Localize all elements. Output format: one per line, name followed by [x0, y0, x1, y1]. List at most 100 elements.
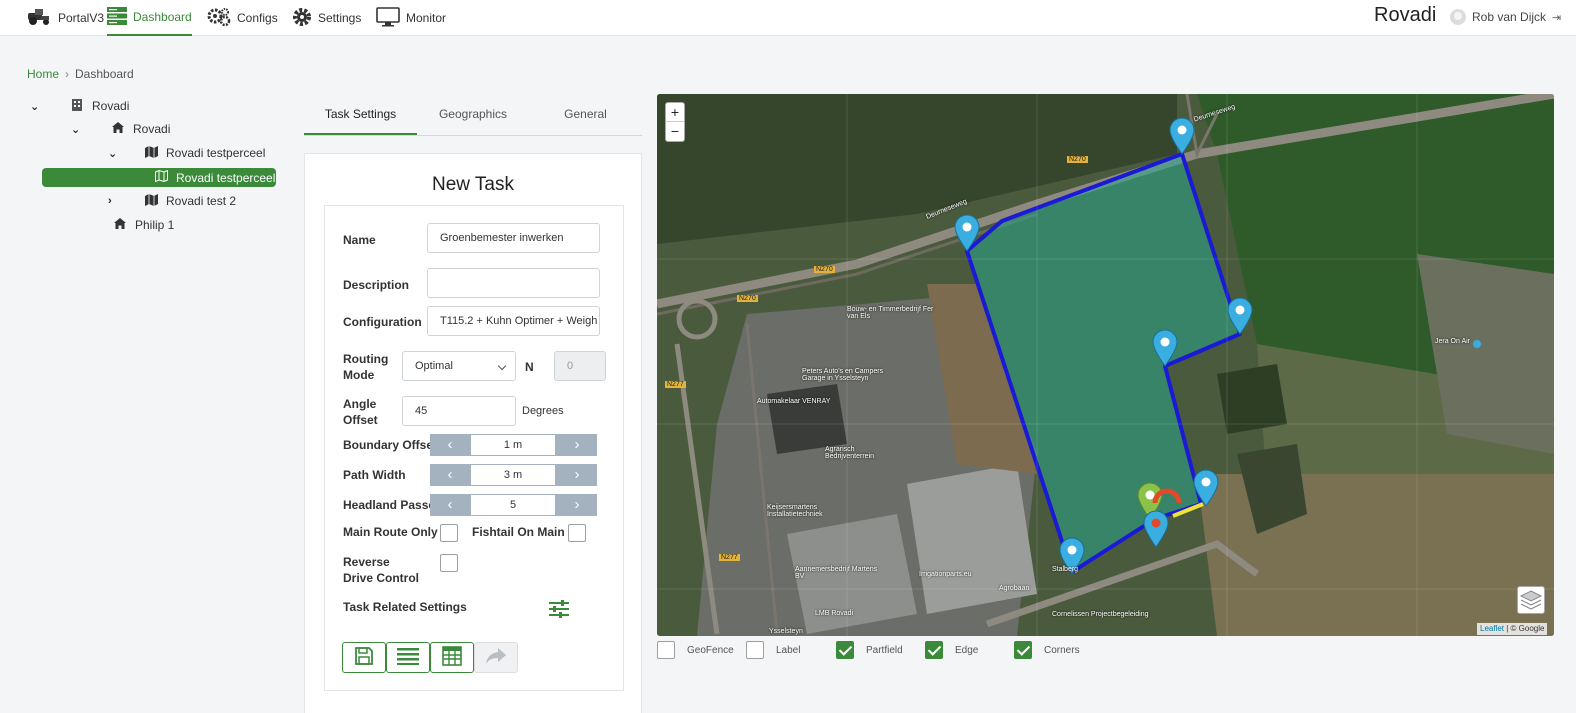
- portal-link[interactable]: PortalV3: [26, 0, 104, 36]
- nav-configs[interactable]: Configs: [207, 0, 278, 36]
- edge-checkbox[interactable]: [925, 641, 943, 659]
- share-arrow-icon: [485, 647, 507, 668]
- name-input[interactable]: Groenbemester inwerken: [427, 223, 600, 253]
- chevron-right-icon[interactable]: ›: [108, 195, 122, 207]
- tree-item-label: Rovadi testperceel: [166, 146, 266, 160]
- tree-item-selected[interactable]: Rovadi testperceel: [42, 168, 276, 187]
- tree-item-rovadi-test-2[interactable]: › Rovadi test 2: [108, 191, 236, 211]
- breadcrumb-current: Dashboard: [75, 67, 134, 81]
- nav-settings-label: Settings: [318, 11, 362, 25]
- fishtail-on-main-checkbox[interactable]: [568, 524, 586, 542]
- map-label: N270: [1067, 156, 1088, 163]
- nav-monitor[interactable]: Monitor: [376, 0, 446, 36]
- map-outline-icon: [154, 169, 168, 185]
- tab-geographics[interactable]: Geographics: [417, 98, 529, 135]
- tab-task-settings[interactable]: Task Settings: [304, 98, 417, 135]
- leaflet-link[interactable]: Leaflet: [1480, 624, 1504, 633]
- label-checkbox[interactable]: [746, 641, 764, 659]
- avatar: [1450, 9, 1466, 25]
- calculate-button[interactable]: [430, 642, 474, 673]
- chevron-down-icon[interactable]: ⌄: [108, 147, 122, 160]
- configuration-input[interactable]: T115.2 + Kuhn Optimer + Weigh: [427, 306, 600, 336]
- map-icon: [144, 193, 158, 209]
- partfield-checkbox[interactable]: [836, 641, 854, 659]
- portal-label: PortalV3: [58, 11, 105, 25]
- chevron-down-icon[interactable]: ⌄: [71, 123, 85, 136]
- list-button[interactable]: [386, 642, 430, 673]
- description-input[interactable]: [427, 268, 600, 298]
- map-label: Bouw- en Timmerbedrijf Fer van Els: [847, 306, 934, 320]
- angle-offset-input[interactable]: 45: [402, 396, 516, 426]
- tree-item-rovadi-root[interactable]: ⌄ Rovadi: [30, 96, 129, 116]
- tree-item-rovadi-testperceel[interactable]: ⌄ Rovadi testperceel: [108, 143, 265, 163]
- map-label: Agrobaan: [999, 585, 1030, 592]
- panel-title: New Task: [431, 174, 514, 195]
- headland-passes-stepper: ‹ 5 ›: [430, 494, 597, 516]
- user-menu[interactable]: Rob van Dijck ⇥: [1450, 9, 1561, 25]
- decrement-icon[interactable]: ‹: [430, 464, 470, 486]
- headland-passes-value[interactable]: 5: [471, 495, 555, 515]
- user-name: Rob van Dijck: [1472, 10, 1547, 24]
- option-label[interactable]: Label: [746, 641, 800, 659]
- main-route-only-label: Main Route Only: [343, 525, 438, 539]
- path-width-label: Path Width: [343, 468, 406, 482]
- dashboard-icon: [107, 6, 127, 28]
- decrement-icon[interactable]: ‹: [430, 434, 470, 456]
- save-button[interactable]: [342, 642, 386, 673]
- zoom-in-button[interactable]: +: [666, 103, 684, 122]
- nav-dashboard[interactable]: Dashboard: [107, 0, 192, 36]
- map-label: N270: [737, 295, 758, 302]
- map-label: Keijsersmartens Installatietechniek: [767, 504, 823, 518]
- boundary-offset-value[interactable]: 1 m: [471, 435, 555, 455]
- gears-icon: [207, 7, 231, 30]
- map-attribution: Leaflet | © Google: [1477, 623, 1548, 635]
- monitor-icon: [376, 6, 400, 30]
- map-label: Irrigationparts.eu: [919, 571, 972, 578]
- edge-label: Edge: [955, 644, 979, 656]
- nav-settings[interactable]: Settings: [292, 0, 361, 36]
- tree-item-label: Rovadi testperceel: [176, 170, 276, 185]
- map-label: Peters Auto's en Campers Garage in Yssel…: [802, 368, 884, 382]
- satellite-map[interactable]: [657, 94, 1554, 636]
- path-width-stepper: ‹ 3 m ›: [430, 464, 597, 486]
- breadcrumb-home[interactable]: Home: [27, 67, 59, 81]
- path-width-value[interactable]: 3 m: [471, 465, 555, 485]
- tree-item-label: Rovadi: [92, 99, 130, 113]
- home-icon: [113, 218, 127, 232]
- map-label: Aannemersbedrijf Martens BV: [795, 566, 878, 580]
- layers-button[interactable]: [1517, 586, 1545, 614]
- tree-item-philip-1[interactable]: Philip 1: [113, 215, 174, 235]
- sliders-icon[interactable]: [549, 600, 569, 621]
- map-label: LMB Rovadi: [815, 610, 854, 617]
- increment-icon[interactable]: ›: [557, 464, 597, 486]
- routing-mode-label: Routing Mode: [343, 352, 389, 382]
- option-geofence[interactable]: GeoFence: [657, 641, 734, 659]
- zoom-out-button[interactable]: −: [666, 122, 684, 141]
- increment-icon[interactable]: ›: [557, 494, 597, 516]
- layers-icon: [1518, 590, 1544, 616]
- geofence-checkbox[interactable]: [657, 641, 675, 659]
- corners-checkbox[interactable]: [1014, 641, 1032, 659]
- option-partfield[interactable]: Partfield: [836, 641, 903, 659]
- home-icon: [111, 122, 125, 136]
- map-label: Automakelaar VENRAY: [757, 398, 831, 405]
- routing-mode-select[interactable]: Optimal: [402, 351, 516, 381]
- tree-item-rovadi[interactable]: ⌄ Rovadi: [71, 119, 170, 139]
- reverse-drive-control-checkbox[interactable]: [440, 554, 458, 572]
- configuration-label: Configuration: [343, 315, 422, 329]
- increment-icon[interactable]: ›: [557, 434, 597, 456]
- nav-monitor-label: Monitor: [406, 11, 447, 25]
- task-form: Name Groenbemester inwerken Description …: [324, 205, 624, 691]
- option-edge[interactable]: Edge: [925, 641, 978, 659]
- main-route-only-checkbox[interactable]: [440, 524, 458, 542]
- chevron-down-icon[interactable]: ⌄: [30, 100, 44, 113]
- decrement-icon[interactable]: ‹: [430, 494, 470, 516]
- share-button[interactable]: [474, 642, 518, 673]
- tree-item-label: Rovadi test 2: [166, 194, 237, 208]
- tab-general[interactable]: General: [529, 98, 642, 135]
- headland-passes-label: Headland Passes: [343, 498, 442, 512]
- option-corners[interactable]: Corners: [1014, 641, 1080, 659]
- logout-icon[interactable]: ⇥: [1552, 11, 1561, 24]
- boundary-offset-label: Boundary Offset: [343, 438, 438, 452]
- map-view[interactable]: Deurneseweg Deurneseweg N270 N270 N270 N…: [657, 94, 1554, 636]
